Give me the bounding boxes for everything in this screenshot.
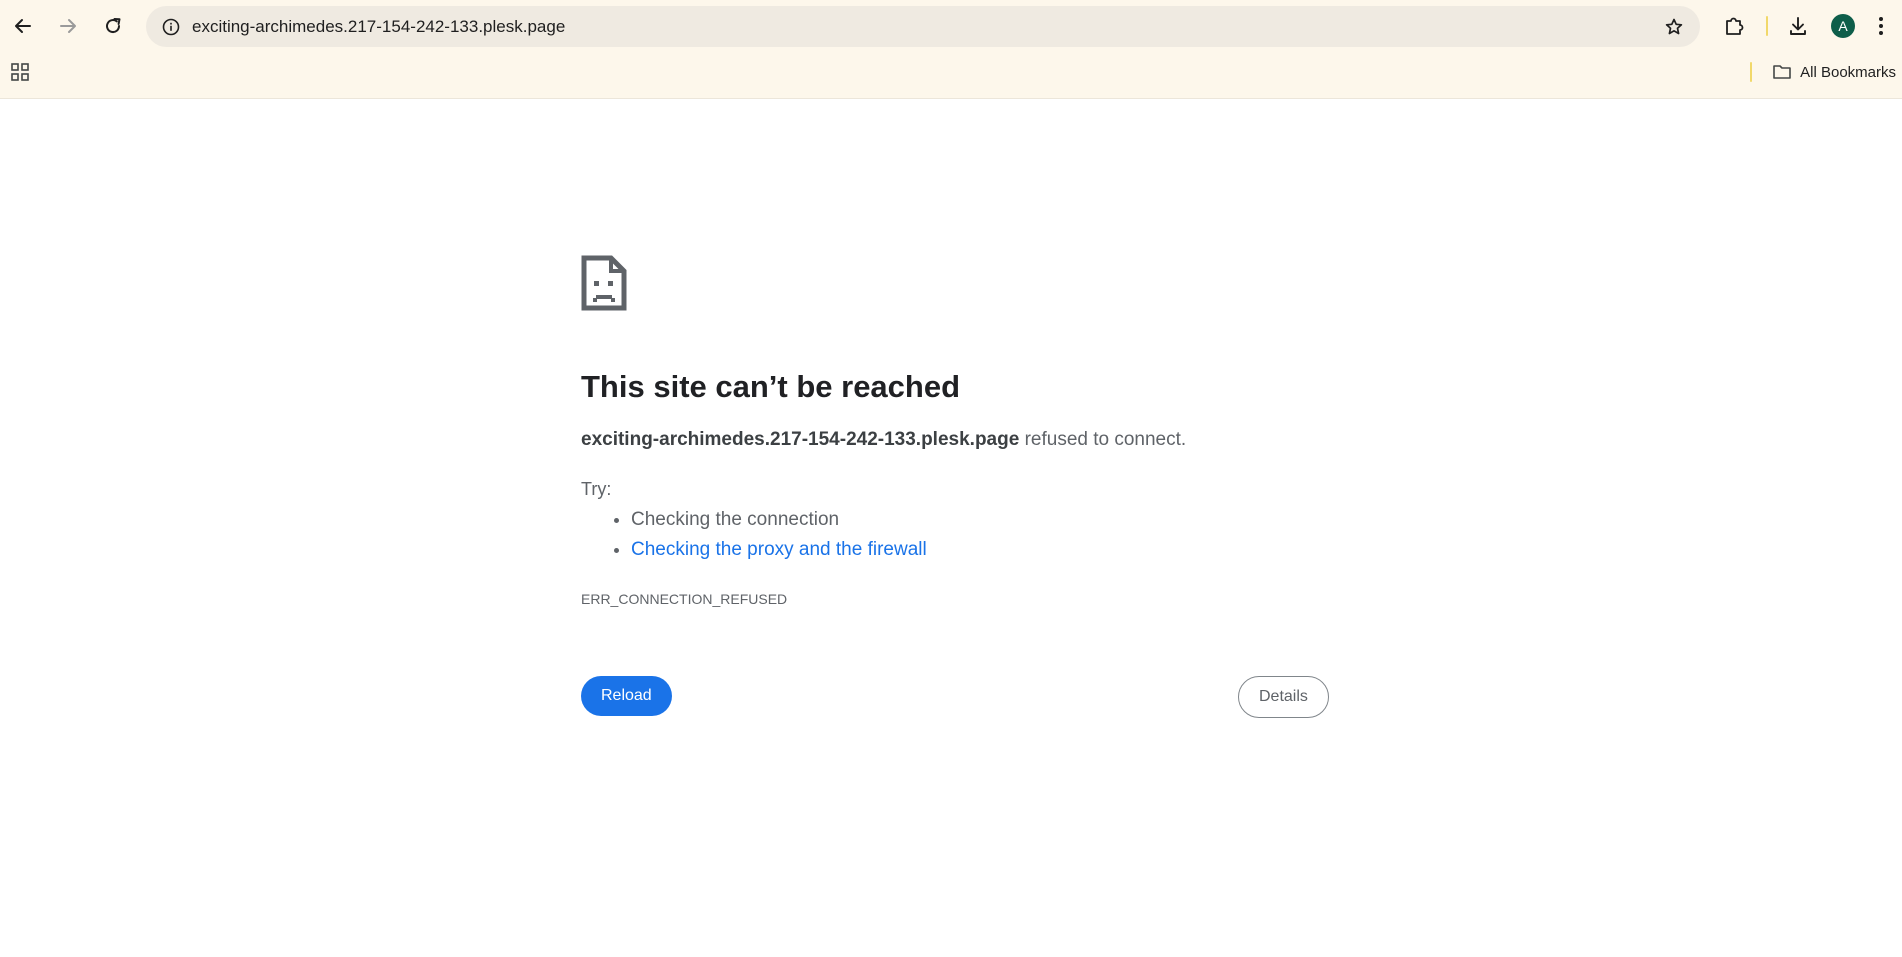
details-button[interactable]: Details (1238, 676, 1329, 718)
browser-menu-button[interactable] (1866, 8, 1896, 44)
try-label: Try: (581, 479, 612, 499)
page-title: This site can’t be reached (581, 369, 961, 404)
apps-grid-icon (11, 63, 29, 81)
download-icon (1790, 17, 1806, 35)
sad-document-icon (581, 255, 627, 311)
back-arrow-icon (15, 19, 31, 33)
browser-toolbar: exciting-archimedes.217-154-242-133.ples… (0, 0, 1902, 99)
extensions-icon (1726, 17, 1744, 35)
suggestion-check-connection: Checking the connection (631, 505, 927, 535)
reload-icon (106, 18, 121, 34)
proxy-firewall-link[interactable]: Checking the proxy and the firewall (631, 539, 927, 560)
downloads-button[interactable] (1780, 8, 1816, 44)
address-bar-url[interactable]: exciting-archimedes.217-154-242-133.ples… (192, 6, 565, 47)
bookmark-star-button[interactable] (1659, 12, 1688, 41)
address-bar[interactable]: exciting-archimedes.217-154-242-133.ples… (146, 6, 1700, 47)
reload-page-button[interactable] (95, 8, 131, 44)
toolbar-divider (1766, 16, 1768, 36)
error-code: ERR_CONNECTION_REFUSED (581, 591, 788, 607)
site-info-icon (162, 18, 179, 35)
bookmarks-divider (1750, 62, 1752, 82)
avatar: A (1831, 14, 1855, 38)
error-summary-text: refused to connect. (1019, 429, 1187, 450)
reload-button[interactable]: Reload (581, 676, 672, 716)
apps-button[interactable] (6, 58, 34, 86)
more-vert-icon (1879, 17, 1883, 35)
profile-button[interactable]: A (1825, 8, 1861, 44)
error-summary: exciting-archimedes.217-154-242-133.ples… (581, 429, 1186, 451)
folder-icon (1773, 65, 1791, 79)
all-bookmarks-label: All Bookmarks (1800, 63, 1896, 81)
error-host: exciting-archimedes.217-154-242-133.ples… (581, 429, 1020, 450)
forward-arrow-icon (60, 19, 76, 33)
site-info-button[interactable] (156, 12, 185, 41)
all-bookmarks-button[interactable]: All Bookmarks (1772, 58, 1896, 86)
back-button[interactable] (5, 8, 41, 44)
suggestions-list: Checking the connection Checking the pro… (581, 505, 927, 565)
extensions-button[interactable] (1716, 8, 1752, 44)
suggestion-check-proxy: Checking the proxy and the firewall (631, 535, 927, 565)
star-icon (1665, 18, 1682, 34)
forward-button[interactable] (50, 8, 86, 44)
